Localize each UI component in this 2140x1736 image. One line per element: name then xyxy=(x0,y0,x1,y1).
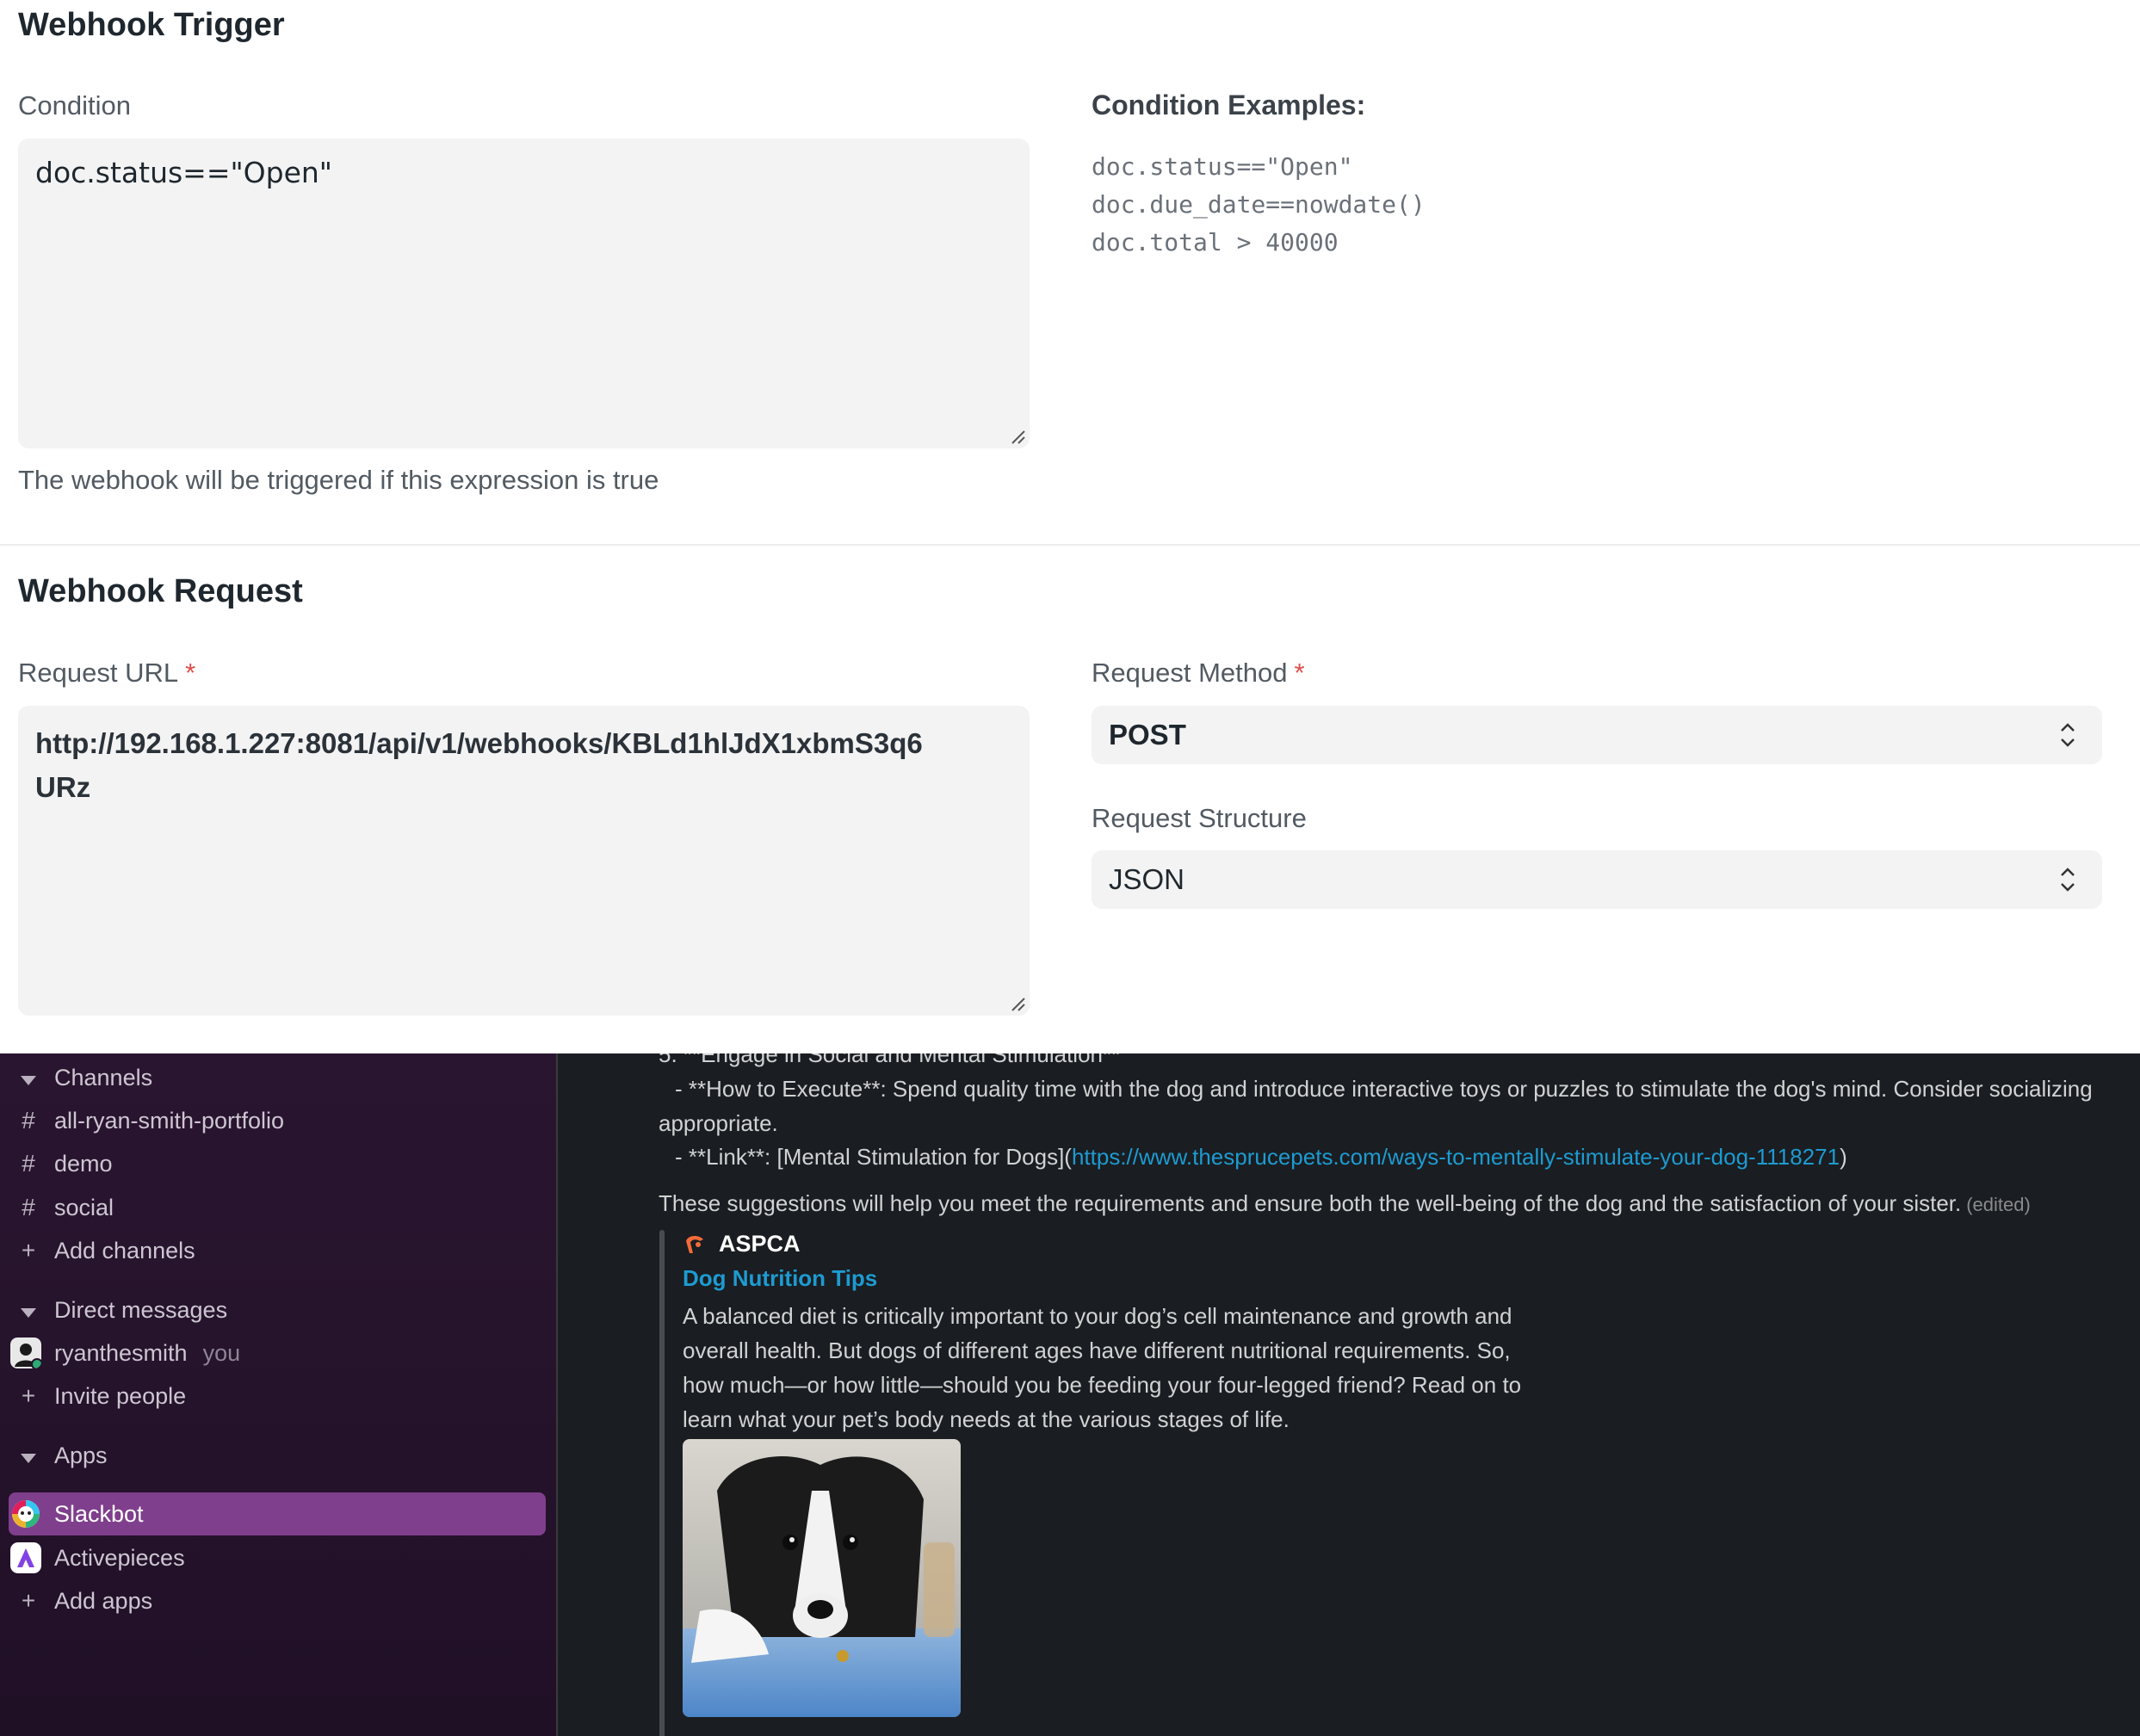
dog-photo xyxy=(683,1439,961,1717)
message-text: - **How to Execute**: Spend quality time… xyxy=(675,1076,2093,1102)
slack-window: Channels # all-ryan-smith-portfolio # de… xyxy=(0,1053,2140,1736)
attachment-source: ASPCA xyxy=(683,1231,801,1257)
attachment-title-link[interactable]: Dog Nutrition Tips xyxy=(683,1265,877,1292)
message-link[interactable]: https://www.thesprucepets.com/ways-to-me… xyxy=(1072,1144,1840,1170)
example-line: doc.status=="Open" xyxy=(1092,152,1353,181)
request-method-select[interactable]: POST xyxy=(1092,706,2102,764)
attachment-description: A balanced diet is critically important … xyxy=(683,1303,1522,1432)
request-structure-select[interactable]: JSON xyxy=(1092,850,2102,909)
example-line: doc.total > 40000 xyxy=(1092,228,1339,256)
message-text: These suggestions will help you meet the… xyxy=(659,1190,2031,1216)
request-structure-value: JSON xyxy=(1109,863,1185,895)
condition-label: Condition xyxy=(18,90,131,120)
resize-handle-icon[interactable] xyxy=(1009,995,1026,1012)
sidebar-item-channel[interactable]: # demo xyxy=(0,1142,558,1185)
webhook-form: Webhook Trigger Condition doc.status=="O… xyxy=(0,0,2140,1053)
message-text: appropriate. xyxy=(659,1110,778,1136)
select-arrows-icon xyxy=(2061,868,2075,892)
hash-icon: # xyxy=(22,1194,35,1220)
hash-icon: # xyxy=(22,1150,35,1177)
invite-people-button[interactable]: + Invite people xyxy=(0,1375,558,1418)
section-divider xyxy=(0,544,2140,546)
webhook-trigger-heading: Webhook Trigger xyxy=(18,7,285,43)
attachment-bar xyxy=(659,1230,665,1736)
request-url-value: http://192.168.1.227:8081/api/v1/webhook… xyxy=(35,727,923,803)
add-apps-button[interactable]: + Add apps xyxy=(0,1579,558,1622)
add-channels-button[interactable]: + Add channels xyxy=(0,1229,558,1272)
message-pane: 5. **Engage in Social and Mental Stimula… xyxy=(558,1053,2140,1736)
request-url-label: Request URL * xyxy=(18,658,196,688)
resize-handle-icon[interactable] xyxy=(1009,428,1026,445)
aspca-logo-icon xyxy=(686,1235,703,1253)
request-structure-label: Request Structure xyxy=(1092,803,1307,833)
user-avatar-icon xyxy=(10,1338,41,1368)
hash-icon: # xyxy=(22,1107,35,1134)
request-method-label: Request Method * xyxy=(1092,658,1305,688)
message-text: 5. **Engage in Social and Mental Stimula… xyxy=(659,1053,1121,1067)
attachment-image[interactable] xyxy=(683,1439,961,1717)
message-text: - **Link**: [Mental Stimulation for Dogs… xyxy=(675,1144,1847,1170)
caret-down-icon xyxy=(17,1296,40,1324)
channels-section-header[interactable]: Channels xyxy=(0,1056,558,1099)
slack-sidebar: Channels # all-ryan-smith-portfolio # de… xyxy=(0,1053,558,1736)
condition-examples: doc.status=="Open" doc.due_date==nowdate… xyxy=(1092,148,1426,262)
request-url-textarea[interactable]: http://192.168.1.227:8081/api/v1/webhook… xyxy=(18,706,1030,1016)
caret-down-icon xyxy=(17,1442,40,1469)
sidebar-item-channel[interactable]: # social xyxy=(0,1186,558,1229)
condition-textarea[interactable]: doc.status=="Open" xyxy=(18,139,1030,448)
sidebar-item-activepieces[interactable]: Activepieces xyxy=(0,1536,558,1579)
direct-messages-section-header[interactable]: Direct messages xyxy=(0,1288,558,1331)
required-mark: * xyxy=(1294,658,1305,688)
required-mark: * xyxy=(185,658,196,688)
condition-help-text: The webhook will be triggered if this ex… xyxy=(18,465,659,495)
apps-section-header[interactable]: Apps xyxy=(0,1434,558,1477)
plus-icon: + xyxy=(21,1587,36,1614)
slackbot-icon xyxy=(12,1500,40,1528)
sidebar-item-dm[interactable]: ryanthesmith you xyxy=(0,1331,558,1375)
webhook-request-heading: Webhook Request xyxy=(18,573,303,609)
select-arrows-icon xyxy=(2061,723,2075,747)
request-method-value: POST xyxy=(1109,719,1186,751)
caret-down-icon xyxy=(17,1064,40,1091)
condition-examples-heading: Condition Examples: xyxy=(1092,90,1366,120)
edited-marker: (edited) xyxy=(1966,1194,2031,1215)
condition-value: doc.status=="Open" xyxy=(35,156,332,189)
example-line: doc.due_date==nowdate() xyxy=(1092,190,1426,219)
plus-icon: + xyxy=(21,1382,36,1409)
sidebar-item-slackbot[interactable]: Slackbot xyxy=(9,1492,546,1535)
plus-icon: + xyxy=(21,1237,36,1263)
sidebar-item-channel[interactable]: # all-ryan-smith-portfolio xyxy=(0,1099,558,1142)
activepieces-icon xyxy=(10,1542,41,1573)
